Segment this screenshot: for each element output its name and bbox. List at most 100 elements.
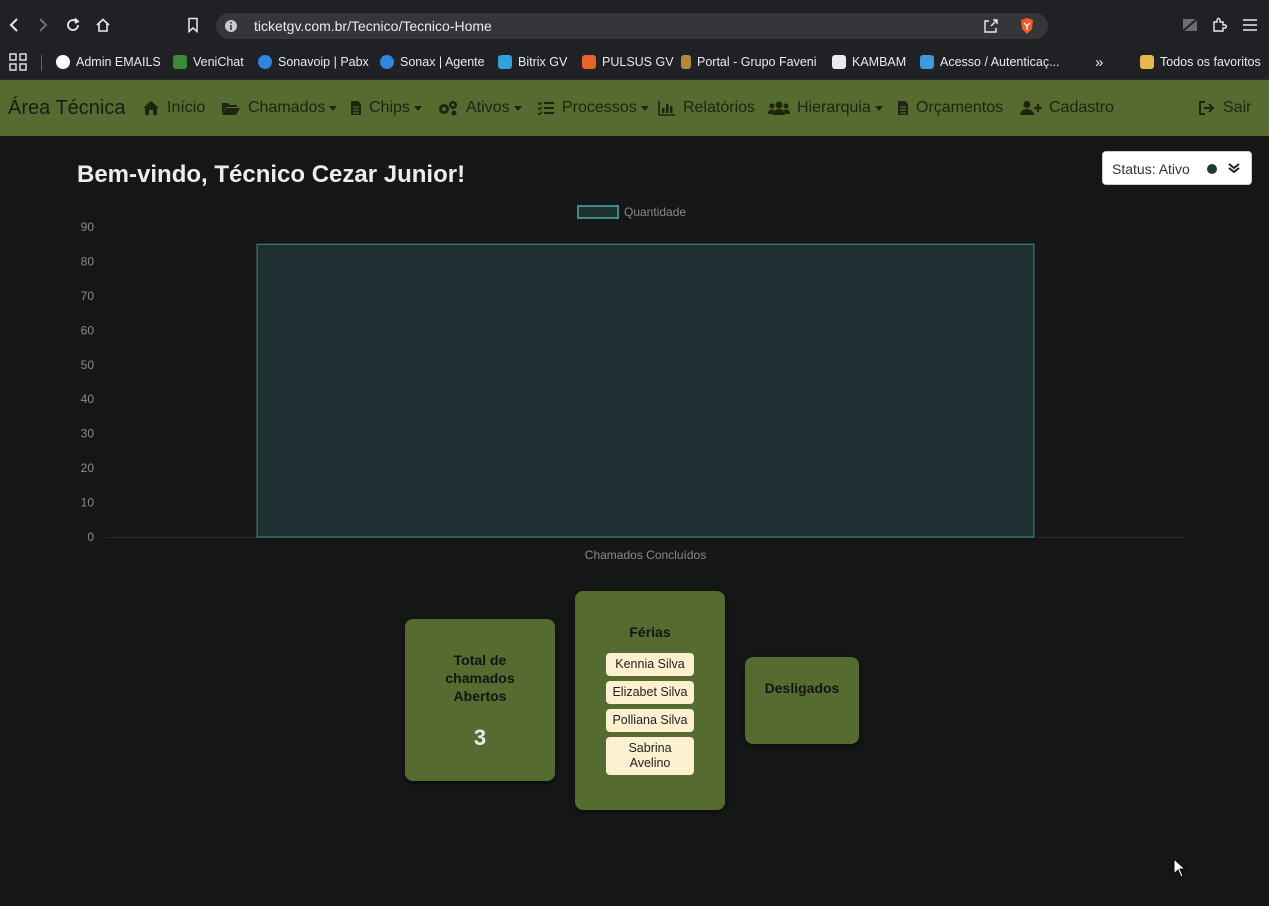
- nav-inicio[interactable]: Início: [142, 99, 205, 117]
- app-navbar: Área Técnica Início Chamados Chips Ativo…: [0, 80, 1269, 136]
- bookmark-portal-faveni[interactable]: Portal - Grupo Faveni: [681, 52, 817, 72]
- welcome-heading: Bem-vindo, Técnico Cezar Junior!: [77, 161, 466, 188]
- bookmark-bitrix[interactable]: Bitrix GV: [498, 52, 567, 72]
- bar-chart-icon: [658, 101, 675, 116]
- bar: [256, 243, 1035, 538]
- nav-label: Chips: [369, 99, 410, 116]
- back-icon[interactable]: [4, 15, 24, 35]
- dropdown-caret-icon: [413, 105, 422, 111]
- bookmark-label: Acesso / Autenticaç...: [940, 55, 1060, 69]
- navbar-brand[interactable]: Área Técnica: [8, 97, 125, 120]
- nav-label: Ativos: [466, 99, 510, 116]
- nav-processos[interactable]: Processos: [537, 99, 649, 117]
- y-tick-label: 40: [81, 392, 95, 406]
- total-chamados-value: 3: [473, 725, 487, 750]
- status-dot: [1207, 164, 1217, 174]
- folder-open-icon: [222, 102, 240, 115]
- bookmark-label: Sonavoip | Pabx: [278, 55, 369, 69]
- nav-cadastro[interactable]: Cadastro: [1020, 99, 1114, 117]
- x-tick-label: Chamados Concluídos: [585, 548, 706, 562]
- nav-label: Hierarquia: [797, 99, 871, 116]
- double-chevron-down-icon: [1227, 161, 1241, 180]
- chamados-chart: 0 10 20 30 40 50 60 70 80 90 Chamados Concluídos Qu…: [81, 205, 1185, 562]
- file-text-icon: [898, 101, 908, 115]
- y-tick-label: 10: [81, 496, 95, 510]
- bookmark-label: Portal - Grupo Faveni: [697, 55, 817, 69]
- menu-icon[interactable]: [1240, 15, 1260, 35]
- nav-chamados[interactable]: Chamados: [221, 99, 338, 117]
- card-title: Desligados: [764, 680, 840, 696]
- nav-label: Processos: [562, 99, 637, 116]
- y-tick-label: 50: [81, 358, 95, 372]
- cast-icon[interactable]: [1180, 15, 1200, 35]
- sign-out-icon: [1199, 101, 1215, 115]
- nav-label: Início: [167, 99, 206, 116]
- card-title: Total de chamados Abertos: [445, 652, 515, 704]
- nav-ativos[interactable]: Ativos: [437, 99, 522, 117]
- home-icon: [143, 101, 159, 115]
- bookmark-admin-emails[interactable]: Admin EMAILS: [56, 52, 161, 72]
- google-icon: [56, 55, 70, 69]
- ferias-name-pill: Polliana Silva: [606, 709, 694, 732]
- chat-icon: [173, 55, 187, 69]
- folder-icon: [1140, 55, 1154, 69]
- ferias-name-pill: Kennia Silva: [606, 653, 694, 676]
- bookmark-label: Bitrix GV: [518, 55, 568, 69]
- cloud-icon: [258, 55, 272, 69]
- dropdown-caret-icon: [329, 105, 338, 111]
- y-tick-label: 60: [81, 323, 95, 337]
- bookmark-sonax[interactable]: Sonax | Agente: [380, 52, 485, 72]
- url-text[interactable]: ticketgv.com.br/Tecnico/Tecnico-Home: [254, 18, 492, 34]
- card-title: Férias: [629, 624, 671, 640]
- bookmarks-bar: Admin EMAILS VeniChat Sonavoip | Pabx So…: [0, 45, 1269, 80]
- reload-icon[interactable]: [63, 15, 83, 35]
- nav-chips[interactable]: Chips: [350, 99, 422, 117]
- mouse-cursor-icon: [1173, 858, 1187, 878]
- file-icon: [351, 101, 361, 115]
- bookmark-icon[interactable]: [183, 15, 203, 35]
- forward-icon[interactable]: [33, 15, 53, 35]
- legend-swatch: [577, 205, 619, 219]
- y-tick-label: 20: [81, 461, 95, 475]
- ferias-name-pill: Sabrina Avelino: [606, 737, 694, 775]
- home-page-icon[interactable]: [93, 15, 113, 35]
- status-dropdown[interactable]: Status: Ativo: [1102, 151, 1252, 185]
- desligados-card: Desligados: [745, 657, 859, 744]
- apps-icon[interactable]: [8, 52, 28, 72]
- folder-label: Todos os favoritos: [1160, 55, 1261, 69]
- nav-label: Sair: [1223, 99, 1252, 116]
- bookmark-kambam[interactable]: KAMBAM: [832, 52, 906, 72]
- nav-hierarquia[interactable]: Hierarquia: [768, 99, 883, 117]
- bookmark-acesso[interactable]: Acesso / Autenticaç...: [920, 52, 1060, 72]
- bookmarks-divider: [41, 55, 42, 71]
- legend-label: Quantidade: [624, 205, 686, 219]
- nav-sair[interactable]: Sair: [1198, 99, 1251, 117]
- nav-label: Cadastro: [1049, 99, 1114, 116]
- bookmark-label: VeniChat: [193, 55, 244, 69]
- site-info-icon[interactable]: [222, 17, 240, 35]
- dropdown-caret-icon: [513, 105, 522, 111]
- y-tick-label: 90: [81, 220, 95, 234]
- bookmark-venichat[interactable]: VeniChat: [173, 52, 244, 72]
- extensions-icon[interactable]: [1209, 15, 1229, 35]
- share-icon[interactable]: [982, 17, 1000, 35]
- dropdown-caret-icon: [640, 105, 649, 111]
- brave-shield-icon[interactable]: [1018, 17, 1036, 35]
- bookmark-sonavoip[interactable]: Sonavoip | Pabx: [258, 52, 369, 72]
- ferias-card: Férias Kennia Silva Elizabet Silva Polli…: [575, 591, 725, 810]
- y-tick-label: 0: [87, 530, 94, 544]
- nav-orcamentos[interactable]: Orçamentos: [897, 99, 1003, 117]
- trello-icon: [832, 55, 846, 69]
- status-label: Status: Ativo: [1112, 161, 1190, 177]
- ferias-name-pill: Elizabet Silva: [606, 681, 694, 704]
- more-bookmarks-button[interactable]: »: [1095, 52, 1103, 72]
- all-favorites-folder[interactable]: Todos os favoritos: [1140, 52, 1261, 72]
- faveni-icon: [681, 55, 691, 69]
- tasks-icon: [537, 101, 554, 116]
- users-icon: [768, 101, 790, 115]
- address-bar[interactable]: ticketgv.com.br/Tecnico/Tecnico-Home: [216, 13, 1048, 39]
- nav-relatorios[interactable]: Relatórios: [658, 99, 755, 117]
- y-tick-label: 30: [81, 427, 95, 441]
- nav-label: Chamados: [248, 99, 326, 116]
- bookmark-pulsus[interactable]: PULSUS GV: [582, 52, 674, 72]
